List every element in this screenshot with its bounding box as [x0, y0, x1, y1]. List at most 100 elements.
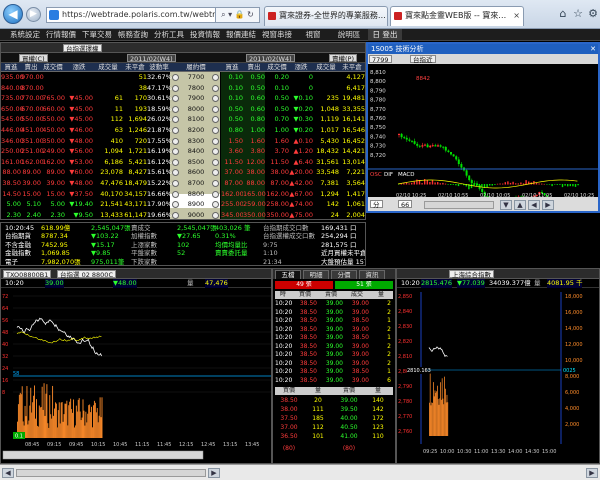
quote-row[interactable]: 735.00 770.00 765.00 ▼45.00 61 170 30.61% 7900 0…: [1, 93, 365, 104]
menu-order[interactable]: 下單交易: [80, 29, 114, 41]
chartL-volume-bar: [64, 403, 66, 438]
period-select[interactable]: 分: [370, 200, 383, 209]
back-button[interactable]: ◀: [3, 4, 23, 24]
strike-radio[interactable]: [212, 84, 219, 92]
strike-value: 8400: [187, 147, 205, 156]
horizontal-scrollbar[interactable]: [16, 469, 206, 477]
strike-radio[interactable]: [212, 169, 219, 177]
strike-radio[interactable]: [172, 201, 179, 209]
scroll-left-icon[interactable]: ◀: [2, 468, 14, 478]
strike-radio[interactable]: [172, 127, 179, 134]
call-cell: ▼60.00: [69, 168, 93, 177]
address-bar[interactable]: https://webtrade.polaris.com.tw/webtrade…: [46, 7, 216, 23]
page-input[interactable]: 66: [398, 200, 413, 209]
strike-radio[interactable]: [172, 137, 179, 145]
menu-info[interactable]: 投資情報: [188, 29, 222, 41]
shanghai-index-chart: 上海綜合指數 10:20 2815.476 ▼77.039 34039.377億…: [396, 268, 600, 464]
strike-radio[interactable]: [212, 201, 219, 209]
forward-button[interactable]: ▶: [26, 7, 41, 22]
address-tools[interactable]: ⌕ ▾ 🔒 ↻: [216, 7, 260, 23]
chartL-code-input[interactable]: TXO08800B1: [3, 270, 52, 279]
strike-radio[interactable]: [172, 158, 179, 166]
menu-quotes[interactable]: 行情報價: [44, 29, 78, 41]
star-icon[interactable]: ☆: [571, 7, 585, 21]
strike-radio[interactable]: [172, 169, 179, 177]
strike-radio[interactable]: [212, 127, 219, 134]
menu-logout[interactable]: 日 登出: [368, 29, 402, 41]
menu-analysis[interactable]: 分析工具: [152, 29, 186, 41]
quote-row[interactable]: 935.00 970.00 51 32.67% 7700 0.10 0.50 0.20 0 4,1…: [1, 72, 365, 83]
quote-row[interactable]: 250.00 251.00 249.00 ▼56.00 1,094 1,721 16.19%…: [1, 146, 365, 157]
tab-five-levels[interactable]: 五檔: [275, 270, 301, 279]
quote-row[interactable]: 840.00 870.00 38 47.17% 7800 0.10 0.50 0.10 0 6,4…: [1, 82, 365, 94]
strike-radio[interactable]: [172, 105, 179, 113]
put-cell: 1.50: [221, 135, 243, 147]
home-icon[interactable]: ⌂: [556, 7, 570, 21]
quote-row[interactable]: 14.50 15.00 15.00 ▼37.50 40,170 34,157 16.66% 8…: [1, 188, 365, 200]
gear-icon[interactable]: ⚙: [586, 7, 600, 21]
tab-details[interactable]: 明細: [303, 270, 329, 279]
menu-accounts[interactable]: 帳務查詢: [116, 29, 150, 41]
menu-window[interactable]: 視窗: [296, 29, 330, 41]
quote-row[interactable]: 346.00 351.00 350.00 ▼48.00 410 720 17.55% 8300…: [1, 135, 365, 147]
quote-row[interactable]: 88.00 89.00 89.00 ▼60.00 23,078 8,427 15.61% 86…: [1, 167, 365, 178]
close-tab-icon[interactable]: ×: [513, 7, 520, 25]
strike-radio[interactable]: [212, 211, 219, 219]
strike-radio[interactable]: [172, 84, 179, 92]
browser-tab-polaris[interactable]: 寶來證券-全世界的專業服務…: [264, 6, 388, 26]
chartL-volume-bar: [39, 407, 41, 438]
strike-radio[interactable]: [172, 74, 179, 81]
strike-radio[interactable]: [212, 137, 219, 145]
candle-body: [403, 137, 406, 139]
tech-close-icon[interactable]: ✕: [590, 44, 596, 54]
quote-row[interactable]: 545.00 550.00 550.00 ▼45.00 112 1,694 26.02% 81…: [1, 114, 365, 125]
strike-radio[interactable]: [212, 74, 219, 81]
scroll-right-button[interactable]: ▶: [542, 200, 554, 210]
strike-radio[interactable]: [212, 116, 219, 124]
menu-window-link[interactable]: 視窗串接: [260, 29, 294, 41]
book-cell: 112: [312, 424, 324, 431]
strike-radio[interactable]: [212, 148, 219, 156]
quote-row[interactable]: 446.00 451.00 450.00 ▼46.00 63 1,246 21.87% 820…: [1, 125, 365, 136]
strike-radio[interactable]: [212, 180, 219, 187]
menu-system-settings[interactable]: 系統設定: [8, 29, 42, 41]
tech-code-input[interactable]: 7799: [369, 55, 392, 64]
strike-radio[interactable]: [172, 95, 179, 103]
strike-radio[interactable]: [212, 95, 219, 103]
strike-radio[interactable]: [172, 116, 179, 124]
quote-row[interactable]: 38.50 39.00 39.00 ▼48.00 47,476 18,479 15.22% 8…: [1, 178, 365, 189]
put-month-select[interactable]: 2011/02(W4): [246, 54, 295, 63]
scroll-left-button[interactable]: ◀: [528, 200, 540, 210]
menu-quote-link[interactable]: 報價連結: [224, 29, 258, 41]
menu-help[interactable]: 說明區: [332, 29, 366, 41]
strike-radio[interactable]: [172, 180, 179, 187]
chartR-volume-tick: 4,000: [565, 406, 579, 412]
chartR-price-tick: 2,820: [398, 339, 412, 345]
quote-row[interactable]: 5.00 5.10 5.00 ▼19.40 21,541 43,171 17.90% 8900…: [1, 199, 365, 210]
scroll-end-icon[interactable]: ▶: [586, 468, 598, 478]
browser-tab-webtrade[interactable]: 寶來點金靈WEB版 -- 寶來… ×: [390, 6, 524, 26]
strike-radio[interactable]: [172, 190, 179, 198]
macd-bar: [577, 184, 579, 186]
zoom-out-button[interactable]: ▲: [514, 200, 526, 210]
call-month-select[interactable]: 2011/02(W4): [127, 54, 176, 63]
tab-price-volume[interactable]: 分價: [331, 270, 357, 279]
strike-radio[interactable]: [172, 148, 179, 156]
chartR-symbol-select[interactable]: 上海綜合指數: [449, 270, 494, 279]
quote-row[interactable]: 2.30 2.40 2.30 ▼9.50 13,433 61,147 19.66% 9000 3…: [1, 209, 365, 219]
option-type-select[interactable]: 台指選擇權: [63, 44, 102, 53]
tab-info[interactable]: 資訊: [359, 270, 385, 279]
scroll-right-icon[interactable]: ▶: [208, 468, 220, 478]
quote-row[interactable]: 650.00 670.00 660.00 ▼45.00 11 193 18.59% 8000 0…: [1, 103, 365, 115]
tech-scrollbar[interactable]: [424, 201, 494, 209]
strike-radio[interactable]: [212, 190, 219, 198]
tech-symbol-select[interactable]: 台指近: [410, 55, 436, 64]
chartL-symbol-select[interactable]: 台指選 02 8800C: [57, 270, 116, 279]
strike-radio[interactable]: [212, 158, 219, 166]
zoom-in-button[interactable]: ▼: [500, 200, 512, 210]
technical-analysis-window[interactable]: 1S005 技術分析 ✕ 7799 台指近 8,810 8,800 8,790 8,7…: [366, 42, 600, 213]
quote-row[interactable]: 161.00 162.00 162.00 ▼53.00 6,186 5,421 16.12%…: [1, 156, 365, 168]
chartL-scrollbar[interactable]: [2, 450, 204, 460]
strike-radio[interactable]: [172, 211, 179, 219]
strike-radio[interactable]: [212, 105, 219, 113]
